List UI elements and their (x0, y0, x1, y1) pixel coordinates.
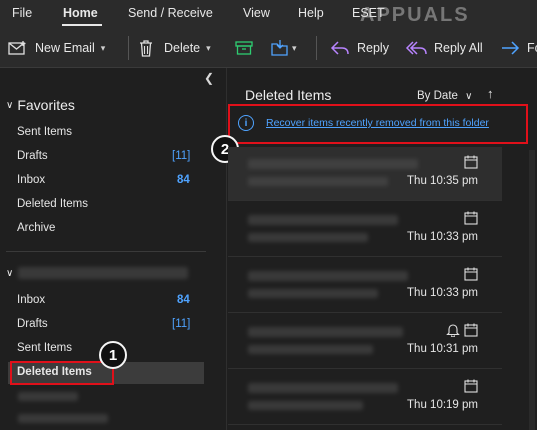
archive-button[interactable] (235, 38, 253, 58)
message-time: Thu 10:33 pm (407, 287, 478, 299)
message-row[interactable]: Thu 10:33 pm (228, 203, 502, 257)
archive-icon (235, 40, 253, 56)
pane-divider (6, 251, 206, 252)
message-row[interactable]: Thu 10:35 pm (228, 147, 502, 201)
calendar-icon (464, 323, 478, 340)
message-icons (464, 155, 478, 172)
reply-button[interactable]: Reply (330, 38, 389, 58)
tab-view[interactable]: View (243, 6, 270, 20)
message-icons (446, 323, 478, 340)
account-inbox[interactable]: Inbox (17, 294, 45, 306)
message-icons (464, 267, 478, 284)
highlight-box-deleted-items (10, 361, 114, 385)
bell-icon (446, 323, 460, 340)
forward-button[interactable]: Fo (500, 38, 537, 58)
message-time: Thu 10:33 pm (407, 231, 478, 243)
message-time: Thu 10:35 pm (407, 175, 478, 187)
tab-send-receive[interactable]: Send / Receive (128, 6, 213, 20)
message-time: Thu 10:19 pm (407, 399, 478, 411)
sort-dropdown[interactable]: By Date ∨ (417, 90, 472, 102)
new-email-button[interactable]: New Email ▾ (8, 38, 105, 58)
account-header[interactable]: ∨ (6, 268, 17, 279)
reply-all-label: Reply All (434, 41, 483, 55)
envelope-icon (8, 40, 28, 56)
favorite-sent-items[interactable]: Sent Items (17, 126, 72, 138)
step-badge-1: 1 (99, 341, 127, 369)
chevron-down-icon[interactable]: ▾ (292, 43, 297, 54)
calendar-icon (464, 211, 478, 228)
calendar-icon (464, 379, 478, 396)
move-button[interactable]: ▾ (270, 38, 297, 58)
chevron-down-icon[interactable]: ▾ (206, 43, 211, 54)
blurred-folder (18, 414, 108, 423)
active-tab-indicator (62, 24, 102, 26)
blurred-subject (248, 345, 373, 354)
message-icons (464, 379, 478, 396)
chevron-down-icon: ∨ (6, 99, 14, 111)
message-row[interactable]: Thu 10:33 pm (228, 259, 502, 313)
message-list-scrollbar[interactable] (529, 150, 535, 430)
toolbar-divider (128, 36, 129, 60)
blurred-folder (18, 392, 78, 401)
tab-file[interactable]: File (12, 6, 32, 20)
reply-all-button[interactable]: Reply All (405, 38, 483, 58)
chevron-down-icon[interactable]: ▾ (101, 43, 106, 54)
message-time: Thu 10:31 pm (407, 343, 478, 355)
recover-banner: i Recover items recently removed from th… (232, 108, 522, 138)
chevron-down-icon: ∨ (6, 268, 14, 279)
favorites-header[interactable]: ∨ Favorites (6, 97, 75, 113)
favorite-drafts[interactable]: Drafts (17, 150, 48, 162)
tab-home[interactable]: Home (63, 6, 98, 20)
sort-label: By Date (417, 90, 458, 102)
message-row[interactable]: Thu 10:19 pm (228, 371, 502, 425)
favorite-deleted-items[interactable]: Deleted Items (17, 198, 88, 210)
blurred-sender (248, 383, 398, 393)
watermark-logo: APPUALS (360, 4, 470, 26)
blurred-sender (248, 327, 403, 337)
forward-label: Fo (527, 41, 537, 55)
chevron-down-icon: ∨ (465, 91, 473, 102)
blurred-subject (248, 289, 378, 298)
new-email-label: New Email (35, 41, 95, 55)
collapse-pane-icon[interactable]: ❮ (204, 71, 214, 85)
reply-all-icon (405, 40, 429, 56)
favorite-archive[interactable]: Archive (17, 222, 55, 234)
blurred-subject (248, 233, 368, 242)
recover-items-link[interactable]: Recover items recently removed from this… (266, 117, 489, 129)
calendar-icon (464, 267, 478, 284)
reply-icon (330, 40, 350, 56)
reply-label: Reply (357, 41, 389, 55)
blurred-sender (248, 159, 418, 169)
forward-icon (500, 40, 520, 56)
message-list-title: Deleted Items (245, 87, 332, 103)
message-icons (464, 211, 478, 228)
toolbar: New Email ▾ Delete ▾ ▾ Reply Reply All F (0, 28, 537, 68)
favorites-label: Favorites (17, 97, 75, 113)
blurred-sender (248, 271, 408, 281)
calendar-icon (464, 155, 478, 172)
trash-icon (138, 39, 154, 57)
toolbar-divider (316, 36, 317, 60)
account-drafts[interactable]: Drafts (17, 318, 48, 330)
delete-button[interactable]: Delete ▾ (138, 38, 211, 58)
blurred-sender (248, 215, 398, 225)
sort-direction-icon[interactable]: ↑ (487, 86, 494, 101)
blurred-subject (248, 401, 363, 410)
move-to-folder-icon (270, 39, 290, 57)
blurred-subject (248, 177, 388, 186)
tab-help[interactable]: Help (298, 6, 324, 20)
favorite-inbox[interactable]: Inbox (17, 174, 45, 186)
info-icon: i (238, 115, 254, 131)
account-sent-items[interactable]: Sent Items (17, 342, 72, 354)
message-row[interactable]: Thu 10:31 pm (228, 315, 502, 369)
blurred-account-name (18, 267, 188, 279)
delete-label: Delete (164, 41, 201, 55)
